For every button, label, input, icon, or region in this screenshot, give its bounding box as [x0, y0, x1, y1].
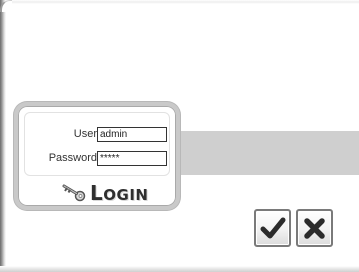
login-dialog-window: User Password LOGIN: [0, 0, 359, 272]
cancel-button[interactable]: [296, 209, 333, 247]
user-label: User: [73, 128, 97, 140]
login-fields-box: User Password: [24, 112, 170, 176]
password-input[interactable]: [97, 151, 167, 166]
window-bottom-edge: [0, 266, 359, 272]
login-panel: User Password LOGIN: [14, 102, 180, 210]
window-left-edge: [0, 0, 6, 272]
grey-band: [180, 131, 359, 175]
login-button[interactable]: LOGIN: [52, 180, 176, 205]
ok-button[interactable]: [254, 209, 291, 247]
close-x-icon: [304, 218, 325, 239]
key-icon: [60, 182, 86, 202]
window-top-edge: [0, 0, 359, 4]
login-label-initial: L: [90, 181, 104, 205]
login-label-rest: OGIN: [103, 186, 149, 204]
user-input[interactable]: [97, 127, 167, 142]
checkmark-icon: [260, 217, 286, 239]
password-label: Password: [48, 152, 97, 164]
login-label: LOGIN: [90, 181, 148, 205]
